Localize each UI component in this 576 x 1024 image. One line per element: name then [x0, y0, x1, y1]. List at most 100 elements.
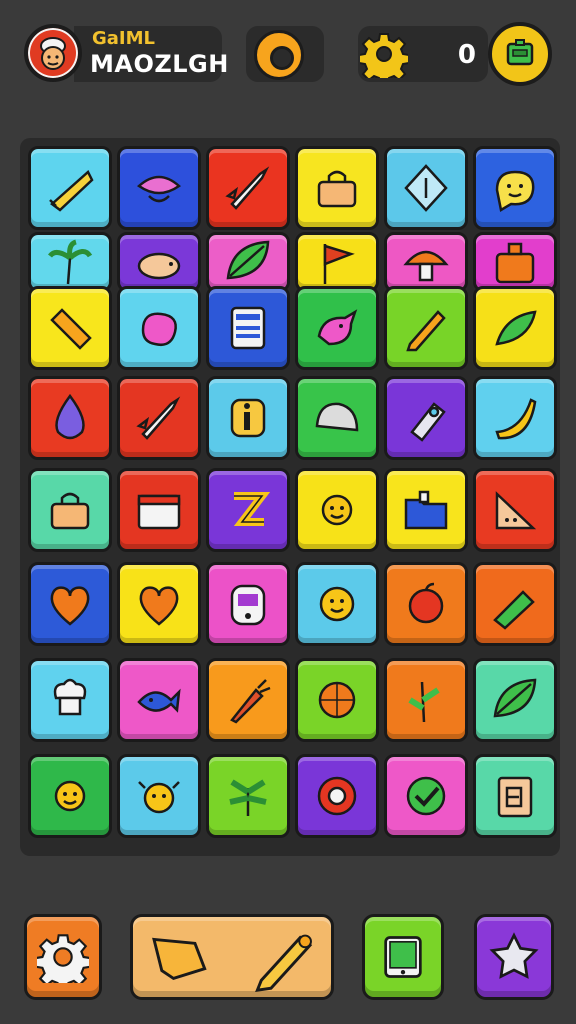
- tile-pencil[interactable]: [384, 286, 468, 370]
- tile-folder[interactable]: [384, 468, 468, 552]
- tile-heart[interactable]: [28, 562, 112, 646]
- tile-rocket[interactable]: [206, 146, 290, 230]
- mushroom-icon: [403, 250, 449, 282]
- tile-lock-bag[interactable]: [28, 468, 112, 552]
- tile-letter-z[interactable]: [206, 468, 290, 552]
- leaf-icon: [493, 678, 537, 718]
- tile-calculator[interactable]: [206, 286, 290, 370]
- tile-rocket[interactable]: [117, 376, 201, 460]
- palm-leaf-icon: [229, 779, 267, 816]
- tile-bag[interactable]: [473, 232, 557, 292]
- tools-button[interactable]: [130, 914, 334, 1000]
- ball-icon: [318, 681, 356, 719]
- tile-pen-box[interactable]: [473, 562, 557, 646]
- tile-chef-hat[interactable]: [28, 658, 112, 742]
- fish-icon: [137, 688, 181, 713]
- ring-coin-icon[interactable]: [254, 30, 304, 80]
- tile-pink-hat[interactable]: [117, 146, 201, 230]
- shell-icon: [315, 402, 359, 432]
- tile-pig[interactable]: [117, 232, 201, 292]
- chef-hat-icon: [53, 678, 87, 716]
- tile-fish[interactable]: [117, 658, 201, 742]
- rocket-icon: [225, 166, 270, 210]
- pink-hat-icon: [136, 175, 182, 203]
- tablet-icon: [384, 936, 422, 978]
- star-button[interactable]: [474, 914, 554, 1000]
- tile-flower[interactable]: [295, 754, 379, 838]
- sun-face-icon: [54, 780, 86, 812]
- cheese-icon: [49, 169, 94, 212]
- banana-icon: [495, 398, 537, 440]
- tile-calendar[interactable]: [117, 468, 201, 552]
- tile-green-leaf[interactable]: [473, 286, 557, 370]
- rocket-icon: [136, 396, 181, 440]
- tile-bug[interactable]: [117, 754, 201, 838]
- green-leaf-icon: [495, 310, 537, 346]
- top-bar: GaIML MAOZLGH 0: [0, 0, 576, 110]
- drop-icon: [55, 393, 85, 440]
- tile-robot[interactable]: [206, 562, 290, 646]
- tile-bean[interactable]: [117, 286, 201, 370]
- ruler-icon: [50, 308, 92, 350]
- tile-lock-bag[interactable]: [295, 146, 379, 230]
- tile-palm-tree[interactable]: [28, 232, 112, 292]
- tile-clipboard[interactable]: [473, 754, 557, 838]
- tile-sun-face[interactable]: [295, 468, 379, 552]
- tile-palm-leaf[interactable]: [206, 754, 290, 838]
- tile-ball[interactable]: [295, 658, 379, 742]
- lock-bag-icon: [50, 492, 90, 530]
- tile-info[interactable]: [206, 376, 290, 460]
- tile-ruler[interactable]: [28, 286, 112, 370]
- tile-leaf[interactable]: [206, 232, 290, 292]
- tile-check[interactable]: [384, 754, 468, 838]
- tile-plant[interactable]: [384, 658, 468, 742]
- pen-box-icon: [493, 590, 535, 630]
- player-name: MAOZLGH: [90, 50, 229, 78]
- tile-heart[interactable]: [117, 562, 201, 646]
- tile-cheese[interactable]: [28, 146, 112, 230]
- tile-flag[interactable]: [295, 232, 379, 292]
- smiley-icon: [319, 586, 355, 622]
- chef-avatar-icon[interactable]: [24, 24, 82, 82]
- pencil-icon: [406, 310, 446, 352]
- tile-carrot[interactable]: [206, 658, 290, 742]
- gear-icon[interactable]: [358, 30, 410, 85]
- tile-bird[interactable]: [295, 286, 379, 370]
- flag-icon: [323, 244, 355, 284]
- letter-z-icon: [233, 492, 271, 526]
- gem-icon: [404, 164, 448, 212]
- tile-gem[interactable]: [384, 146, 468, 230]
- info-icon: [230, 398, 266, 438]
- tile-banana[interactable]: [473, 376, 557, 460]
- tile-triangle-ruler[interactable]: [473, 468, 557, 552]
- score-value: 0: [457, 40, 476, 70]
- flower-icon: [317, 776, 357, 816]
- tablet-button[interactable]: [362, 914, 444, 1000]
- tile-sun-face[interactable]: [28, 754, 112, 838]
- tile-smiley-blob[interactable]: [473, 146, 557, 230]
- check-icon: [406, 776, 446, 816]
- gear-icon: [37, 934, 89, 983]
- heart-icon: [50, 586, 90, 626]
- tile-leaf[interactable]: [473, 658, 557, 742]
- tile-bottle[interactable]: [384, 376, 468, 460]
- player-title: GaIML: [92, 28, 155, 49]
- menu-box-icon[interactable]: [488, 22, 552, 86]
- apple-icon: [408, 582, 444, 624]
- game-board: [20, 138, 560, 856]
- tile-drop[interactable]: [28, 376, 112, 460]
- tile-shell[interactable]: [295, 376, 379, 460]
- smiley-blob-icon: [495, 170, 535, 212]
- clipboard-icon: [497, 776, 533, 818]
- lock-bag-icon: [317, 170, 357, 208]
- carrot-icon: [230, 679, 271, 724]
- folder-icon: [404, 490, 448, 530]
- calendar-icon: [137, 494, 181, 530]
- tile-smiley[interactable]: [295, 562, 379, 646]
- tile-apple[interactable]: [384, 562, 468, 646]
- tile-mushroom[interactable]: [384, 232, 468, 292]
- bean-icon: [141, 312, 177, 346]
- bag-icon: [495, 242, 535, 284]
- settings-button[interactable]: [24, 914, 102, 1000]
- pig-icon: [137, 252, 181, 280]
